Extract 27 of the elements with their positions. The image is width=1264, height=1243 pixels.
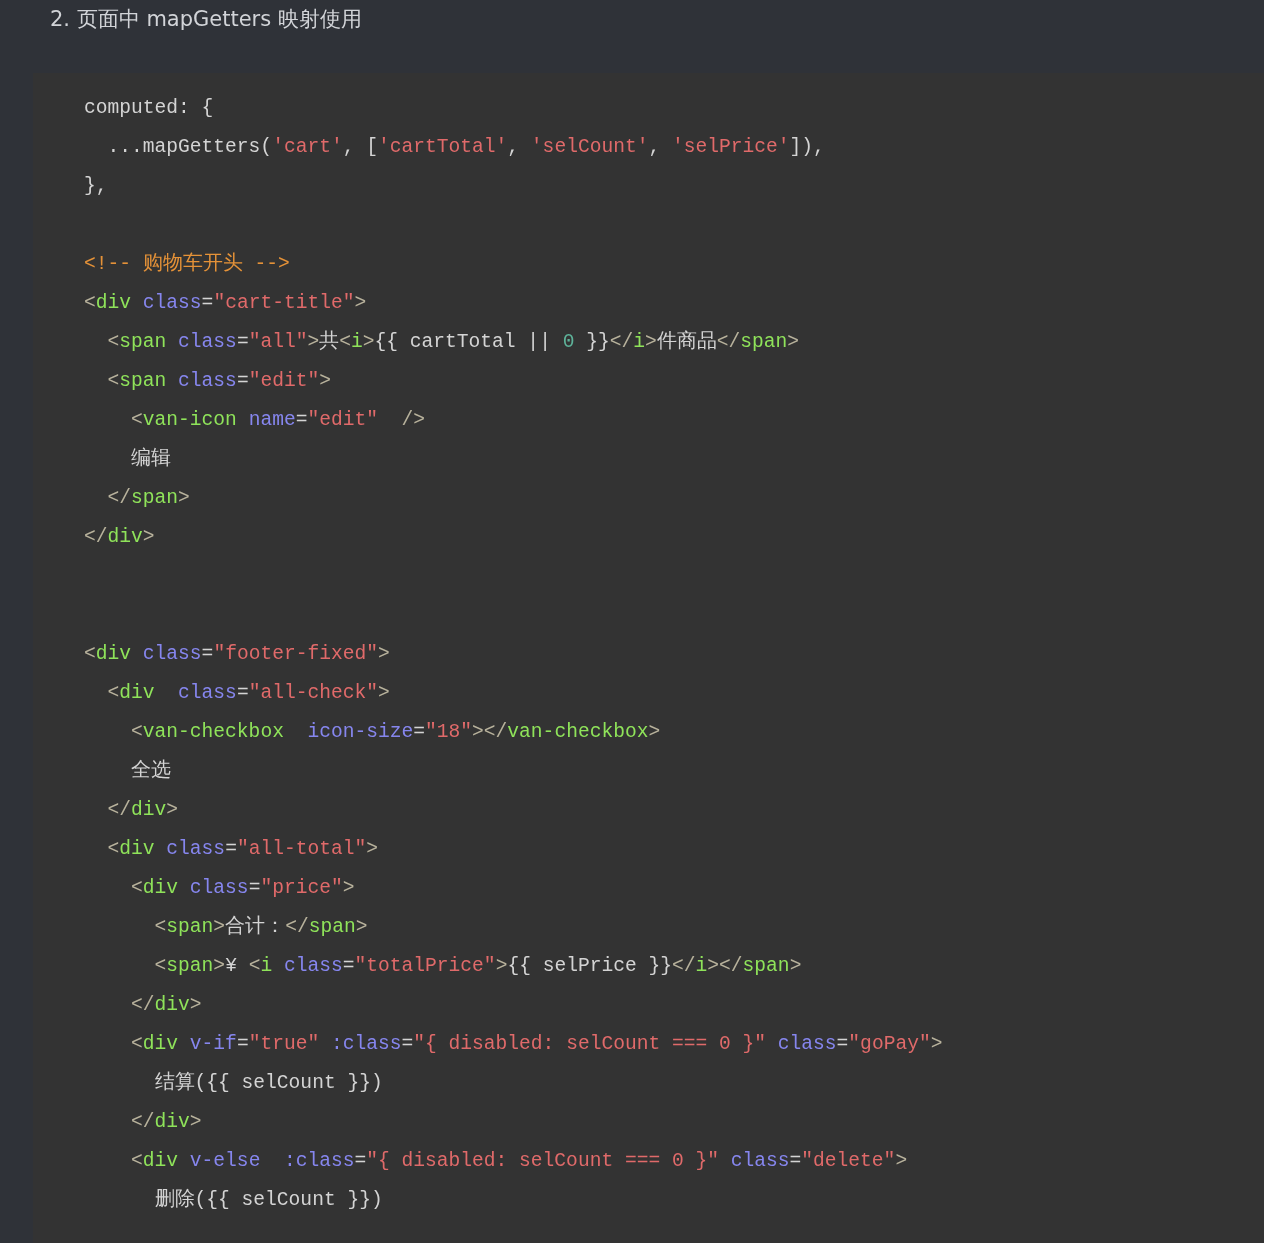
code-line: <div class="footer-fixed"> <box>84 643 390 665</box>
code-line: }, <box>84 175 108 197</box>
code-line: <div class="all-total"> <box>106 838 378 860</box>
code-line: </div> <box>130 1111 202 1133</box>
code-line: <van-checkbox icon-size="18"></van-checkbox> <box>130 721 661 743</box>
code-line: <span class="edit"> <box>106 370 331 392</box>
code-line: 删除({{ selCount }}) <box>153 1189 383 1211</box>
code-line: computed: { <box>84 97 214 119</box>
code-line: </div> <box>84 526 155 548</box>
code-line: <div class="all-check"> <box>106 682 390 704</box>
code-line: <span>¥ <i class="totalPrice">{{ selPrice }}</i></span> <box>153 955 802 977</box>
code-line: <div v-else :class="{ disabled: selCount === 0 }" class="delete"> <box>130 1150 908 1172</box>
code-line: <span>合计：</span> <box>153 916 368 938</box>
code-line: </div> <box>130 994 202 1016</box>
code-line: </span> <box>106 487 190 509</box>
code-line: <!-- 购物车开头 --> <box>84 253 290 275</box>
code-line: <span class="all">共<i>{{ cartTotal || 0 }}</i>件商品</span> <box>106 331 800 353</box>
code-line: <van-icon name="edit" /> <box>130 409 426 431</box>
section-heading: 2. 页面中 mapGetters 映射使用 <box>49 6 363 33</box>
code-line: <div class="cart-title"> <box>84 292 367 314</box>
code-line: <div v-if="true" :class="{ disabled: selCount === 0 }" class="goPay"> <box>130 1033 943 1055</box>
code-line: ...mapGetters('cart', ['cartTotal', 'selCount', 'selPrice']), <box>106 136 825 158</box>
code-line: 结算({{ selCount }}) <box>153 1072 383 1094</box>
code-line: <div class="price"> <box>130 877 355 899</box>
code-line: </div> <box>106 799 179 821</box>
code-line: 全选 <box>130 760 172 782</box>
code-line: 编辑 <box>130 448 172 470</box>
